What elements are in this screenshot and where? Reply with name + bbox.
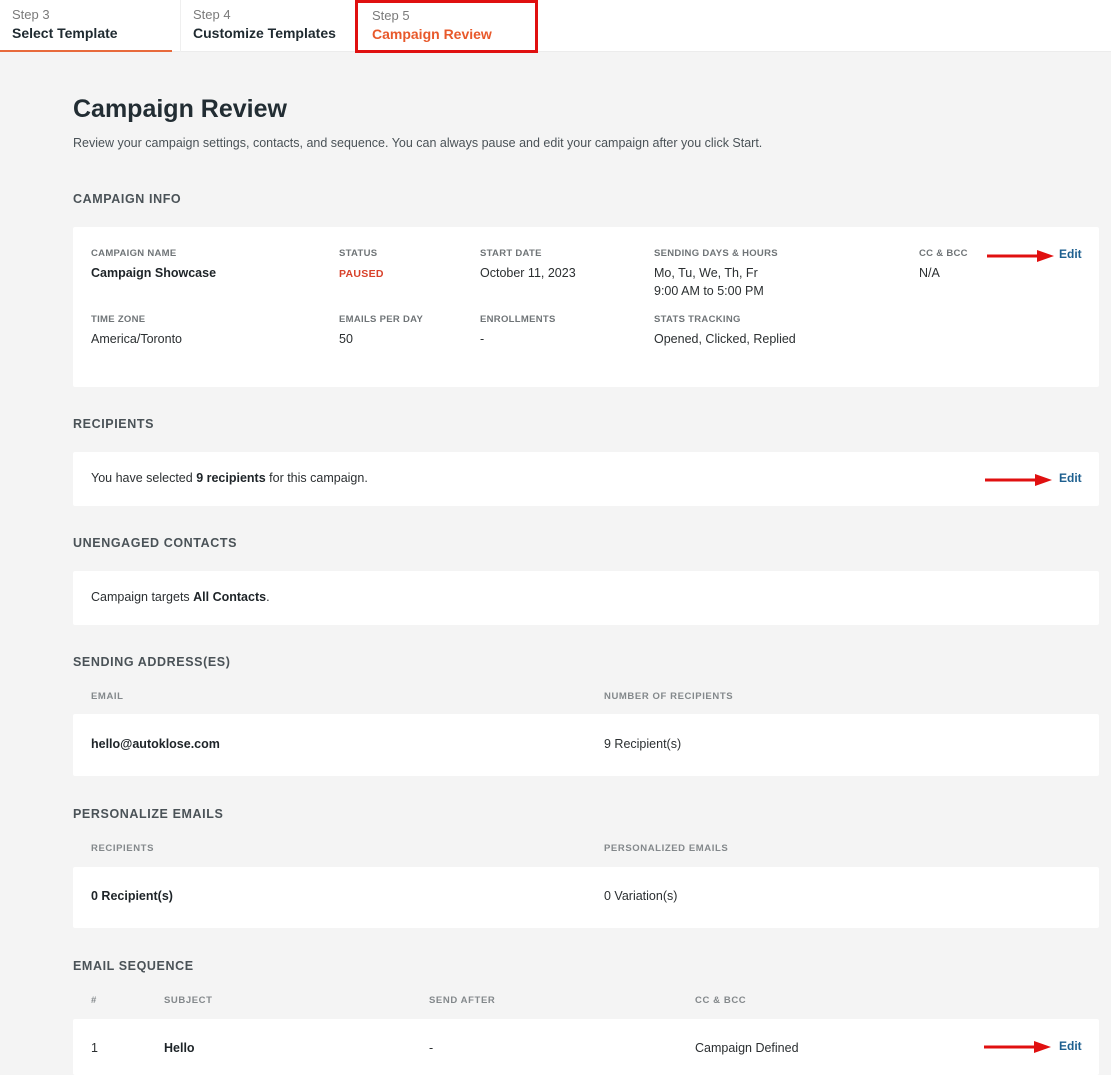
start-date-value: October 11, 2023 [480,266,576,280]
edit-sequence-button[interactable]: Edit [1059,1039,1082,1053]
column-header-personalized-emails: PERSONALIZED EMAILS [604,843,729,854]
column-header-send-after: SEND AFTER [429,995,496,1006]
red-arrow-icon [984,1041,1051,1053]
time-zone-value: America/Toronto [91,332,183,346]
column-header-email: EMAIL [91,691,124,702]
recipients-heading: RECIPIENTS [73,417,155,431]
personalize-emails-heading: PERSONALIZE EMAILS [73,807,224,821]
status-label: STATUS [339,248,378,259]
personalize-recipients: 0 Recipient(s) [91,889,173,903]
step-name: Select Template [12,25,118,41]
step-customize-templates[interactable]: Step 4 Customize Templates [180,0,352,52]
stats-tracking-value: Opened, Clicked, Replied [654,332,796,346]
time-zone-label: TIME ZONE [91,314,146,325]
sender-recipient-count: 9 Recipient(s) [604,737,682,751]
status-badge: PAUSED [339,268,384,280]
sequence-cc-bcc: Campaign Defined [695,1041,799,1055]
sequence-row[interactable]: 1 Hello - Campaign Defined Edit [73,1019,1099,1075]
enrollments-value: - [480,332,485,346]
campaign-name-value: Campaign Showcase [91,266,217,280]
unengaged-contacts-card: Campaign targets All Contacts. [73,571,1099,625]
step-number: Step 3 [12,7,50,22]
column-header-cc-bcc: CC & BCC [695,995,747,1006]
step-name: Customize Templates [193,25,336,41]
email-sequence-heading: EMAIL SEQUENCE [73,959,194,973]
unengaged-summary: Campaign targets All Contacts. [91,590,270,604]
campaign-name-label: CAMPAIGN NAME [91,248,177,259]
sequence-number: 1 [91,1041,98,1055]
steps-bar: Step 3 Select Template Step 4 Customize … [0,0,1111,53]
sequence-subject: Hello [164,1041,195,1055]
red-arrow-icon [985,474,1052,486]
column-header-subject: SUBJECT [164,995,213,1006]
sequence-send-after: - [429,1041,434,1055]
step-number: Step 5 [372,8,410,23]
step-select-template[interactable]: Step 3 Select Template [0,0,172,52]
emails-per-day-label: EMAILS PER DAY [339,314,424,325]
campaign-info-heading: CAMPAIGN INFO [73,192,182,206]
column-header-number: # [91,995,97,1006]
edit-recipients-button[interactable]: Edit [1059,471,1082,485]
step-campaign-review[interactable]: Step 5 Campaign Review [355,0,538,53]
sending-address-row: hello@autoklose.com 9 Recipient(s) [73,714,1099,776]
sending-days-label: SENDING DAYS & HOURS [654,248,778,259]
page-description: Review your campaign settings, contacts,… [73,136,763,150]
campaign-info-card: CAMPAIGN NAME Campaign Showcase STATUS P… [73,227,1099,387]
edit-campaign-info-button[interactable]: Edit [1059,247,1082,261]
enrollments-label: ENROLLMENTS [480,314,556,325]
personalize-variations: 0 Variation(s) [604,889,678,903]
emails-per-day-value: 50 [339,332,353,346]
column-header-recipients: RECIPIENTS [91,843,155,854]
personalize-row: 0 Recipient(s) 0 Variation(s) [73,867,1099,928]
stats-tracking-label: STATS TRACKING [654,314,741,325]
red-arrow-icon [987,250,1054,262]
step-number: Step 4 [193,7,231,22]
start-date-label: START DATE [480,248,542,259]
step-name: Campaign Review [372,26,492,42]
column-header-number-of-recipients: NUMBER OF RECIPIENTS [604,691,734,702]
sending-days-value: Mo, Tu, We, Th, Fr [654,266,758,280]
sender-email: hello@autoklose.com [91,737,220,751]
page-title: Campaign Review [73,95,287,123]
unengaged-contacts-heading: UNENGAGED CONTACTS [73,536,238,550]
cc-bcc-value: N/A [919,266,940,280]
recipients-card: You have selected 9 recipients for this … [73,452,1099,506]
sending-hours-value: 9:00 AM to 5:00 PM [654,284,764,298]
sending-addresses-heading: SENDING ADDRESS(ES) [73,655,231,669]
cc-bcc-label: CC & BCC [919,248,968,259]
recipients-summary: You have selected 9 recipients for this … [91,471,368,485]
